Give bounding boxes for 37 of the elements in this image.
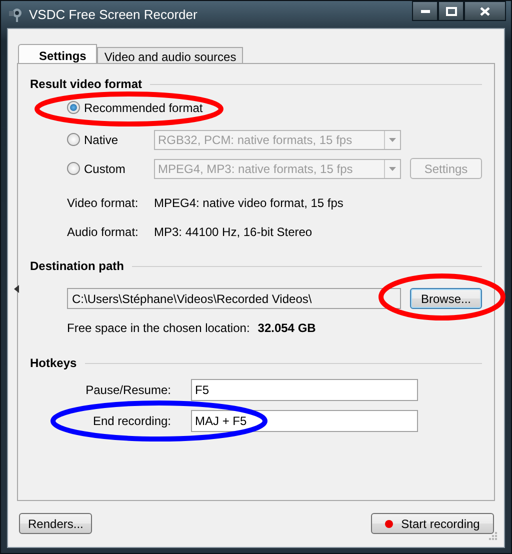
hotkey-label: End recording: (92, 414, 171, 428)
minimize-icon (420, 10, 430, 12)
free-space-value: 32.054 GB (258, 320, 316, 334)
radio-button[interactable] (67, 101, 80, 114)
section-heading: Hotkeys (30, 356, 77, 370)
radio-button[interactable] (67, 133, 80, 146)
record-icon (385, 520, 394, 528)
section-heading: Result video format (30, 77, 142, 91)
info-value: MPEG4: native video format, 15 fps (154, 196, 344, 210)
info-label: Video format: (67, 196, 140, 210)
hotkey-field[interactable]: F5 (191, 378, 418, 400)
resize-grip-icon (488, 531, 497, 540)
start-recording-button[interactable]: Start recording (371, 513, 494, 534)
minimize-button[interactable] (412, 1, 438, 21)
tab[interactable]: Settings (18, 44, 98, 63)
info-label: Audio format: (67, 224, 140, 238)
radio-label[interactable]: Custom (84, 162, 126, 176)
radio-label[interactable]: Native (84, 132, 118, 146)
collapse-arrow-icon (14, 285, 19, 293)
browse-button[interactable]: Browse... (410, 288, 482, 309)
hotkey-field[interactable]: MAJ + F5 (191, 410, 418, 432)
path-field[interactable]: C:\Users\Stéphane\Videos\Recorded Videos\ (67, 288, 401, 309)
close-icon (480, 6, 490, 16)
close-button[interactable] (464, 1, 506, 21)
window-title: VSDC Free Screen Recorder (29, 7, 198, 22)
renders-button[interactable]: Renders... (19, 513, 92, 534)
section-heading: Destination path (30, 259, 124, 273)
radio-button[interactable] (67, 162, 80, 175)
free-space-label: Free space in the chosen location: (67, 320, 250, 334)
maximize-button[interactable] (438, 1, 464, 21)
camera-icon (7, 6, 23, 22)
hotkey-label: Pause/Resume: (84, 382, 171, 396)
maximize-icon (446, 6, 456, 16)
dropdown-arrow-icon (389, 138, 396, 142)
tab[interactable]: Video and audio sources (97, 47, 244, 63)
info-value: MP3: 44100 Hz, 16-bit Stereo (154, 224, 312, 238)
dropdown-arrow-icon (389, 166, 396, 170)
